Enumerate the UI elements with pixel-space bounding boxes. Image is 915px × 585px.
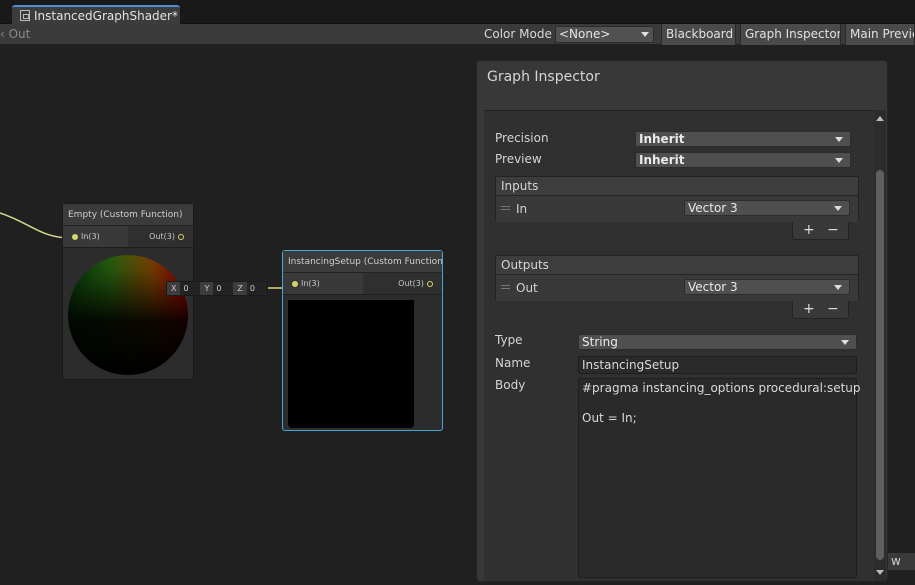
main-preview-window-edge[interactable]: w: [888, 553, 915, 570]
x-label: X: [167, 282, 181, 295]
node-title: Empty (Custom Function): [63, 204, 193, 226]
output-port[interactable]: Out(3): [128, 226, 193, 247]
output-name[interactable]: Out: [516, 281, 538, 295]
drag-handle-icon[interactable]: [501, 206, 510, 210]
output-type-value: Vector 3: [688, 280, 738, 294]
port-connected-icon: [72, 234, 78, 240]
node-ports: In(3) Out(3): [283, 273, 442, 295]
input-port-label: In(3): [301, 279, 320, 288]
output-port[interactable]: Out(3): [363, 273, 443, 294]
input-port[interactable]: In(3): [63, 226, 128, 247]
output-port-label: Out(3): [398, 279, 424, 288]
body-label: Body: [495, 378, 526, 392]
graph-toolbar: ‹ Out Color Mode <None> Blackboard Graph…: [0, 24, 915, 45]
chevron-down-icon: [834, 206, 842, 211]
chevron-down-icon: [835, 158, 843, 163]
output-row[interactable]: Out Vector 3: [496, 275, 858, 301]
input-port[interactable]: In(3): [283, 273, 363, 294]
z-value[interactable]: 0: [246, 282, 267, 295]
scroll-thumb[interactable]: [876, 170, 884, 560]
y-value[interactable]: 0: [213, 282, 234, 295]
color-mode-label: Color Mode: [484, 27, 552, 41]
inspector-scrollbar[interactable]: [874, 110, 886, 581]
outputs-list: Outputs Out Vector 3: [495, 255, 859, 301]
precision-value: Inherit: [639, 132, 685, 146]
color-mode-value: <None>: [559, 27, 611, 41]
instancing-setup-custom-function-node[interactable]: InstancingSetup (Custom Function) In(3) …: [282, 250, 443, 431]
add-output-button[interactable]: +: [803, 301, 815, 317]
save-out-button[interactable]: ‹ Out: [0, 27, 30, 41]
output-type-dropdown[interactable]: Vector 3: [684, 279, 850, 295]
preview-dropdown[interactable]: Inherit: [635, 152, 851, 168]
inputs-list: Inputs In Vector 3: [495, 176, 859, 222]
scroll-up-icon[interactable]: [876, 116, 884, 121]
input-port-label: In(3): [81, 232, 100, 241]
window-tab-bar: InstancedGraphShader*: [0, 0, 915, 24]
chevron-down-icon: [841, 340, 849, 345]
drag-handle-icon[interactable]: [501, 285, 510, 289]
main-preview-toggle[interactable]: Main Preview: [845, 24, 915, 45]
y-label: Y: [200, 282, 214, 295]
preview-label: Preview: [495, 152, 542, 166]
node-preview-sphere: [68, 255, 188, 375]
remove-input-button[interactable]: −: [827, 222, 839, 238]
inspector-body: Precision Inherit Preview Inherit Inputs…: [484, 110, 880, 581]
wire-into-empty: [0, 212, 69, 239]
port-connected-icon: [292, 281, 298, 287]
inputs-header: Inputs: [496, 177, 858, 196]
graph-inspector-toggle[interactable]: Graph Inspector: [740, 24, 841, 45]
input-row[interactable]: In Vector 3: [496, 196, 858, 222]
color-mode-dropdown[interactable]: <None>: [555, 26, 654, 43]
graph-inspector-panel: Graph Inspector Precision Inherit Previe…: [476, 60, 888, 582]
chevron-down-icon: [834, 285, 842, 290]
vector3-input-field[interactable]: X 0 Y 0 Z 0: [166, 281, 268, 296]
precision-dropdown[interactable]: Inherit: [635, 131, 851, 147]
scroll-down-icon[interactable]: [876, 570, 884, 575]
tab-title: InstancedGraphShader*: [34, 9, 178, 23]
input-type-dropdown[interactable]: Vector 3: [684, 200, 850, 216]
port-open-icon: [427, 281, 433, 287]
name-label: Name: [495, 356, 531, 370]
input-name[interactable]: In: [516, 202, 527, 216]
node-title: InstancingSetup (Custom Function): [283, 251, 442, 273]
add-input-button[interactable]: +: [803, 222, 815, 238]
inputs-add-remove: + −: [792, 222, 849, 240]
inspector-title[interactable]: Graph Inspector: [487, 69, 600, 85]
function-body-textarea[interactable]: #pragma instancing_options procedural:se…: [578, 378, 861, 578]
output-port-label: Out(3): [149, 232, 175, 241]
input-type-value: Vector 3: [688, 201, 738, 215]
blackboard-toggle[interactable]: Blackboard: [661, 24, 736, 45]
shader-graph-icon: [20, 10, 30, 21]
chevron-down-icon: [641, 32, 649, 37]
type-dropdown[interactable]: String: [578, 334, 857, 350]
outputs-add-remove: + −: [792, 301, 849, 319]
node-preview: [288, 300, 414, 428]
node-ports: In(3) Out(3): [63, 226, 193, 248]
z-label: Z: [233, 282, 247, 295]
precision-label: Precision: [495, 131, 549, 145]
outputs-header: Outputs: [496, 256, 858, 275]
shader-graph-tab[interactable]: InstancedGraphShader*: [12, 5, 180, 24]
x-value[interactable]: 0: [180, 282, 201, 295]
remove-output-button[interactable]: −: [827, 301, 839, 317]
type-value: String: [582, 335, 618, 349]
type-label: Type: [495, 333, 523, 347]
function-name-field[interactable]: InstancingSetup: [578, 356, 857, 374]
preview-value: Inherit: [639, 153, 685, 167]
chevron-down-icon: [835, 137, 843, 142]
port-open-icon: [178, 234, 184, 240]
